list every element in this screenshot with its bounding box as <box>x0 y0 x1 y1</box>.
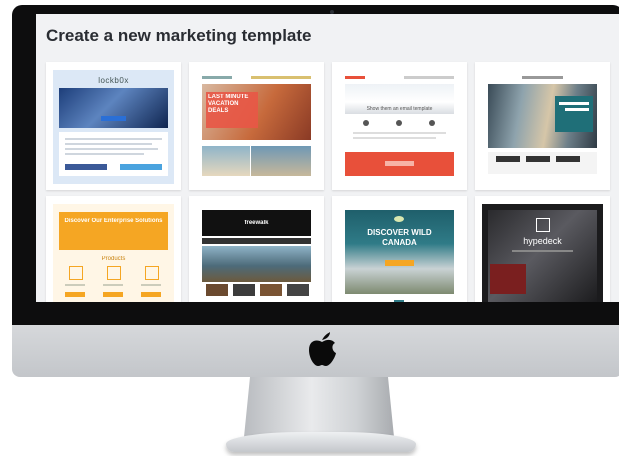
template-preview: LAST MINUTE VACATION DEALS <box>196 70 317 184</box>
template-card-canada[interactable]: DISCOVER WILD CANADA <box>332 196 467 302</box>
template-card-email[interactable]: Show them an email template <box>332 62 467 190</box>
template-preview: freewalk <box>196 204 317 302</box>
template-preview: hypedeck <box>482 204 603 302</box>
template-logo-text: freewalk <box>244 220 269 226</box>
template-card-office[interactable] <box>475 62 610 190</box>
template-card-enterprise[interactable]: Discover Our Enterprise Solutions Produc… <box>46 196 181 302</box>
page-title: Create a new marketing template <box>46 26 312 45</box>
template-preview: DISCOVER WILD CANADA <box>339 204 460 302</box>
template-headline: Show them an email template <box>366 106 433 112</box>
template-preview: Discover Our Enterprise Solutions Produc… <box>53 204 174 302</box>
template-logo-text: lockb0x <box>98 76 129 85</box>
template-preview: Show them an email template <box>339 70 460 184</box>
template-preview: lockb0x <box>53 70 174 184</box>
template-card-vacation[interactable]: LAST MINUTE VACATION DEALS <box>189 62 324 190</box>
screen: Create a new marketing template lockb0x … <box>36 14 619 302</box>
apple-logo-icon <box>309 332 336 366</box>
template-card-freewalk[interactable]: freewalk <box>189 196 324 302</box>
template-section-title: Products <box>101 256 126 262</box>
template-logo-text: hypedeck <box>523 236 562 246</box>
monitor-stand-foot <box>226 432 416 452</box>
template-preview <box>482 70 603 184</box>
template-headline: DISCOVER WILD CANADA <box>367 228 432 247</box>
template-card-hypedeck[interactable]: hypedeck <box>475 196 610 302</box>
template-card-lockbox[interactable]: lockb0x <box>46 62 181 190</box>
template-headline: LAST MINUTE VACATION DEALS <box>208 94 249 114</box>
template-headline: Discover Our Enterprise Solutions <box>64 218 163 224</box>
monitor-stand-neck <box>244 377 394 437</box>
